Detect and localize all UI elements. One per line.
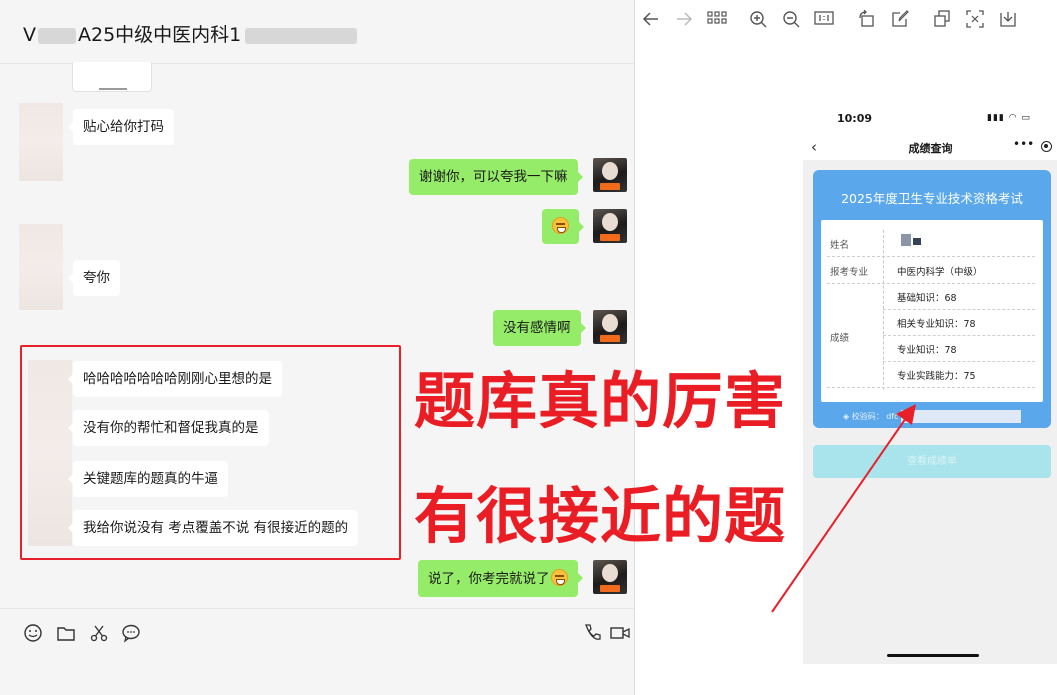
zoom-out-icon[interactable]: [780, 10, 802, 30]
subject-name: 专业知识：: [897, 345, 945, 356]
table-divider: [883, 335, 1035, 336]
home-indicator: [887, 654, 979, 657]
title-redaction: [245, 27, 358, 44]
avatar[interactable]: [593, 158, 627, 192]
message-text: 谢谢你，可以夸我一下嘛: [419, 169, 568, 185]
message-bubble[interactable]: 谢谢你，可以夸我一下嘛: [409, 159, 582, 195]
signal-wifi-battery-icon: ▮▮▮ ◠ ▭: [987, 113, 1031, 123]
forward-arrow-icon[interactable]: [673, 10, 695, 30]
table-divider: [883, 230, 884, 390]
table-divider: [883, 361, 1035, 362]
subject-score: 68: [944, 293, 957, 304]
face-emoji-icon: [552, 217, 569, 234]
subject-score: 78: [944, 345, 957, 356]
emoji-icon[interactable]: [23, 623, 43, 643]
message-text: 没有感情啊: [503, 320, 571, 336]
caption-line-2: 有很接近的题: [414, 481, 787, 552]
name-redaction: [901, 234, 911, 246]
message-bubble[interactable]: [542, 209, 584, 244]
avatar[interactable]: [593, 560, 627, 594]
score-table: 姓名 报考专业 中医内科学（中级） 成绩 基础知识：68 相关专业知识：78 专…: [821, 220, 1043, 402]
title-redaction: [38, 27, 76, 44]
message-bubble[interactable]: 贴心给你打码: [68, 109, 174, 145]
zoom-in-icon[interactable]: [747, 10, 769, 30]
close-target-icon[interactable]: [1041, 141, 1052, 152]
viewer-toolbar: [635, 0, 1057, 40]
table-divider: [827, 256, 1035, 257]
image-viewer: 10:09 ▮▮▮ ◠ ▭ ‹ 成绩查询 ••• 2025年度卫生专业技术资格考…: [634, 0, 1057, 695]
phone-status-bar: 10:09 ▮▮▮ ◠ ▭: [803, 102, 1057, 136]
verify-code-redaction: [900, 410, 1021, 423]
edit-icon[interactable]: [889, 10, 911, 30]
major-label: 报考专业: [830, 267, 869, 278]
scissors-icon[interactable]: [89, 623, 109, 643]
score-row: 专业实践能力：75: [897, 368, 976, 382]
major-value: 中医内科学（中级）: [897, 267, 983, 278]
caption-line-1: 题库真的厉害: [414, 366, 787, 437]
rotate-icon[interactable]: [856, 9, 878, 30]
avatar[interactable]: [19, 224, 63, 310]
download-icon[interactable]: [997, 10, 1019, 30]
table-divider: [883, 309, 1035, 310]
chat-header: V A25中级中医内科1: [0, 0, 634, 64]
score-row: 专业知识：78: [897, 342, 957, 356]
score-row: 基础知识：68: [897, 290, 957, 304]
video-icon[interactable]: [610, 623, 630, 643]
message-bubble[interactable]: 夸你: [68, 260, 120, 296]
name-label: 姓名: [830, 240, 850, 251]
score-card: 2025年度卫生专业技术资格考试 姓名 报考专业 中医内科学（中级） 成绩 基础…: [813, 170, 1051, 428]
message-text: 说了，你考完就说了: [428, 571, 550, 587]
chat-title: V A25中级中医内科1: [23, 20, 358, 47]
grid-icon[interactable]: [706, 10, 728, 30]
previous-image-message[interactable]: [72, 62, 152, 92]
chat-icon[interactable]: [121, 623, 141, 643]
subject-score: 75: [963, 371, 976, 382]
chat-title-text: A25中级中医内科1: [78, 24, 242, 46]
copy-icon[interactable]: [931, 10, 953, 30]
subject-name: 专业实践能力：: [897, 371, 964, 382]
verify-label: 校验码：: [851, 412, 884, 421]
actual-size-icon[interactable]: [813, 10, 835, 30]
message-bubble[interactable]: 没有感情啊: [493, 310, 585, 346]
table-divider: [827, 387, 1035, 388]
phone-time: 10:09: [837, 112, 873, 125]
chat-input-toolbar: [0, 608, 634, 695]
more-dots-icon[interactable]: •••: [1013, 137, 1034, 151]
highlight-annotation-box: [20, 345, 401, 560]
phone-screenshot: 10:09 ▮▮▮ ◠ ▭ ‹ 成绩查询 ••• 2025年度卫生专业技术资格考…: [803, 102, 1057, 664]
phone-icon[interactable]: [582, 623, 602, 643]
table-divider: [827, 283, 1035, 284]
score-label: 成绩: [830, 333, 850, 344]
phone-nav-bar: ‹ 成绩查询 •••: [803, 136, 1057, 160]
grin-emoji-icon: [550, 569, 568, 586]
score-card-title: 2025年度卫生专业技术资格考试: [841, 191, 1023, 206]
message-text: 夸你: [83, 270, 110, 286]
subject-score: 78: [963, 319, 976, 330]
folder-icon[interactable]: [56, 623, 76, 643]
avatar[interactable]: [593, 310, 627, 344]
chat-title-prefix: V: [23, 24, 36, 46]
score-row: 相关专业知识：78: [897, 316, 976, 330]
back-arrow-icon[interactable]: [640, 10, 662, 30]
name-redaction: [913, 238, 921, 245]
avatar[interactable]: [19, 103, 63, 181]
view-report-button[interactable]: 查看成绩单: [813, 445, 1051, 478]
shield-icon: ◈: [843, 412, 850, 421]
subject-name: 基础知识：: [897, 293, 945, 304]
avatar[interactable]: [593, 209, 627, 243]
message-text: 贴心给你打码: [83, 119, 164, 135]
scan-icon[interactable]: [964, 10, 986, 30]
subject-name: 相关专业知识：: [897, 319, 964, 330]
verify-code-row: ◈ 校验码： dfc: [843, 410, 1021, 423]
message-bubble[interactable]: 说了，你考完就说了: [418, 560, 582, 597]
chat-window: V A25中级中医内科1 贴心给你打码 谢谢你，可以夸我一下嘛 夸你 没有感情啊 …: [0, 0, 634, 695]
verify-code: dfc: [886, 412, 899, 421]
